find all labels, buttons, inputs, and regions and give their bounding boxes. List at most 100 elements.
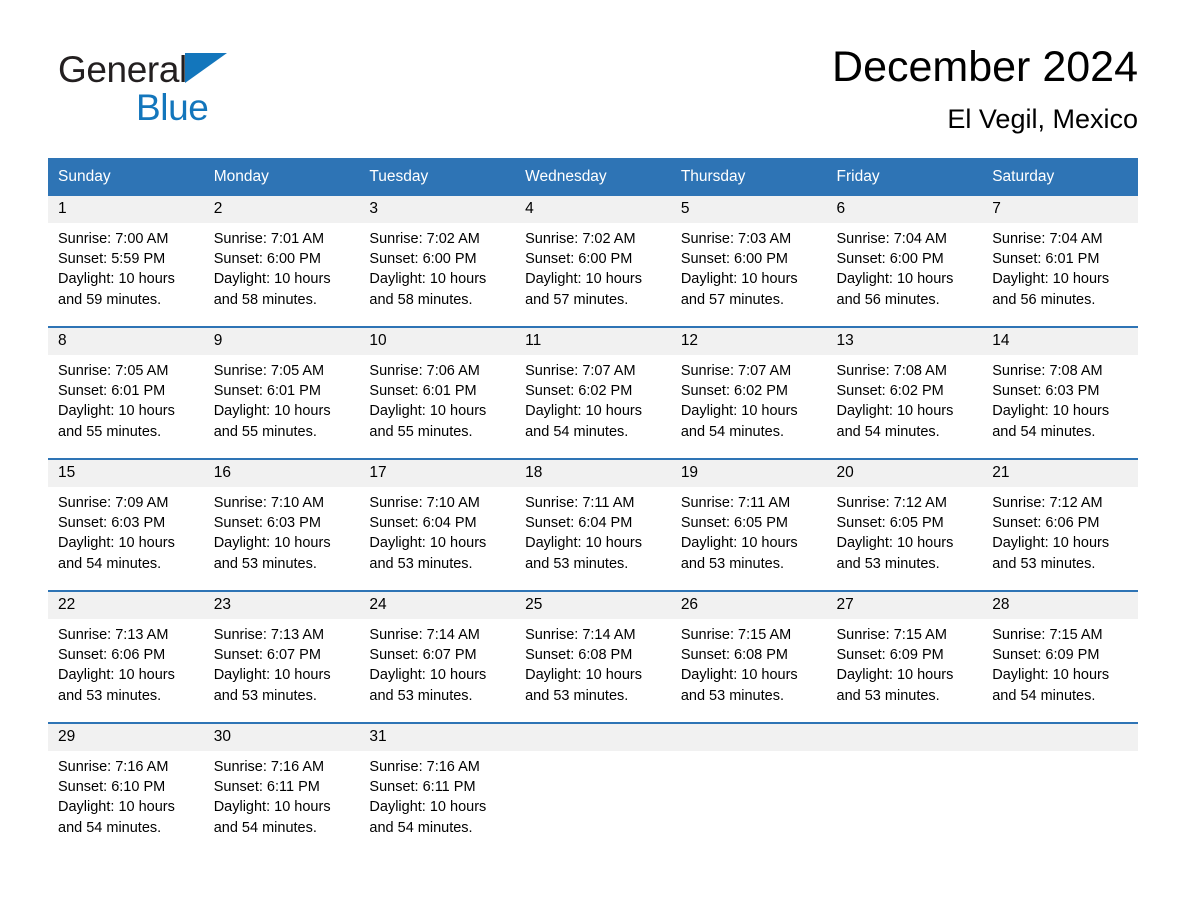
daylight-text-line2: and 53 minutes. [369,555,473,572]
calendar-body: 1 Sunrise: 7:00 AM Sunset: 5:59 PM Daylight… [48,196,1138,854]
daylight-text-line2: and 54 minutes. [836,423,940,440]
daylight-text-line2: and 53 minutes. [836,687,940,704]
daylight-text-line1: Daylight: 10 hours [58,271,175,288]
day-number: 2 [203,196,360,223]
calendar-week-row: 8 Sunrise: 7:05 AM Sunset: 6:01 PM Daylight… [48,326,1138,459]
weekday-header-wednesday: Wednesday [515,158,671,196]
sunset-text: Sunset: 6:09 PM [992,647,1100,664]
calendar-day-cell[interactable]: 14 Sunrise: 7:08 AM Sunset: 6:03 PM Dayligh… [982,326,1138,459]
sunrise-text: Sunrise: 7:04 AM [836,231,947,247]
sunset-text: Sunset: 6:08 PM [525,647,633,664]
day-number: 6 [826,196,983,223]
page-title: December 2024 [832,43,1138,91]
sunset-text: Sunset: 6:04 PM [369,515,477,532]
calendar-day-cell[interactable]: 31 Sunrise: 7:16 AM Sunset: 6:11 PM Dayligh… [359,722,516,854]
day-number: 8 [48,328,204,355]
calendar-day-cell[interactable]: 27 Sunrise: 7:15 AM Sunset: 6:09 PM Dayligh… [826,590,983,723]
calendar-day-cell[interactable]: 18 Sunrise: 7:11 AM Sunset: 6:04 PM Dayligh… [515,458,671,591]
daylight-text-line2: and 53 minutes. [213,555,317,572]
sunset-text: Sunset: 6:01 PM [992,251,1100,268]
daylight-text-line1: Daylight: 10 hours [213,667,331,684]
sunset-text: Sunset: 6:01 PM [58,383,166,400]
calendar-day-cell[interactable]: 23 Sunrise: 7:13 AM Sunset: 6:07 PM Dayligh… [203,590,360,723]
calendar-day-cell[interactable]: 16 Sunrise: 7:10 AM Sunset: 6:03 PM Dayligh… [203,458,360,591]
day-number: 13 [826,328,983,355]
brand-logo-top-row: General [58,50,318,96]
calendar-day-cell[interactable]: 10 Sunrise: 7:06 AM Sunset: 6:01 PM Dayligh… [359,326,516,459]
calendar-day-cell[interactable]: 1 Sunrise: 7:00 AM Sunset: 5:59 PM Daylight… [48,196,204,327]
daylight-text-line2: and 54 minutes. [58,819,162,836]
calendar-day-cell-empty [670,722,827,854]
daylight-text-line1: Daylight: 10 hours [369,535,487,552]
calendar-week-row: 15 Sunrise: 7:09 AM Sunset: 6:03 PM Dayligh… [48,458,1138,591]
daylight-text-line1: Daylight: 10 hours [58,799,175,816]
day-number: 11 [515,328,671,355]
daylight-text-line1: Daylight: 10 hours [836,403,954,420]
calendar-day-cell[interactable]: 28 Sunrise: 7:15 AM Sunset: 6:09 PM Dayligh… [982,590,1138,723]
calendar-day-cell[interactable]: 11 Sunrise: 7:07 AM Sunset: 6:02 PM Dayligh… [515,326,671,459]
calendar-day-cell[interactable]: 3 Sunrise: 7:02 AM Sunset: 6:00 PM Daylight… [359,196,516,327]
calendar-day-cell[interactable]: 25 Sunrise: 7:14 AM Sunset: 6:08 PM Dayligh… [515,590,671,723]
calendar-day-cell[interactable]: 2 Sunrise: 7:01 AM Sunset: 6:00 PM Daylight… [203,196,360,327]
calendar-day-cell-empty [515,722,671,854]
sunrise-text: Sunrise: 7:16 AM [369,759,480,775]
sunset-text: Sunset: 6:00 PM [680,251,789,268]
calendar-day-cell[interactable]: 12 Sunrise: 7:07 AM Sunset: 6:02 PM Dayligh… [670,326,827,459]
brand-name-general: General [58,49,187,90]
calendar-day-cell-empty [826,722,983,854]
calendar-day-cell[interactable]: 6 Sunrise: 7:04 AM Sunset: 6:00 PM Daylight… [826,196,983,327]
daylight-text-line2: and 55 minutes. [58,423,162,440]
calendar-day-cell[interactable]: 26 Sunrise: 7:15 AM Sunset: 6:08 PM Dayligh… [670,590,827,723]
calendar-day-cell[interactable]: 8 Sunrise: 7:05 AM Sunset: 6:01 PM Daylight… [48,326,204,459]
sunrise-text: Sunrise: 7:08 AM [836,363,947,379]
daylight-text-line2: and 57 minutes. [525,291,629,308]
sunrise-text: Sunrise: 7:10 AM [369,495,480,511]
calendar-day-cell[interactable]: 17 Sunrise: 7:10 AM Sunset: 6:04 PM Dayligh… [359,458,516,591]
calendar-day-cell[interactable]: 20 Sunrise: 7:12 AM Sunset: 6:05 PM Dayligh… [826,458,983,591]
sunset-text: Sunset: 6:01 PM [213,383,321,400]
day-number: 4 [515,196,671,223]
daylight-text-line2: and 53 minutes. [369,687,473,704]
sunrise-text: Sunrise: 7:04 AM [992,231,1103,247]
brand-logo[interactable]: General Blue [58,50,318,142]
calendar-day-cell[interactable]: 5 Sunrise: 7:03 AM Sunset: 6:00 PM Daylight… [670,196,827,327]
daylight-text-line2: and 54 minutes. [213,819,317,836]
daylight-text-line2: and 58 minutes. [369,291,473,308]
day-number: 29 [48,724,204,751]
calendar-day-cell[interactable]: 29 Sunrise: 7:16 AM Sunset: 6:10 PM Dayligh… [48,722,204,854]
sunset-text: Sunset: 6:02 PM [525,383,633,400]
sunset-text: Sunset: 6:02 PM [680,383,789,400]
daylight-text-line1: Daylight: 10 hours [525,667,642,684]
day-number: 15 [48,460,204,487]
weekday-header-sunday: Sunday [48,158,204,196]
weekday-header-tuesday: Tuesday [359,158,516,196]
sunset-text: Sunset: 6:02 PM [836,383,944,400]
weekday-header-monday: Monday [203,158,360,196]
calendar-day-cell[interactable]: 15 Sunrise: 7:09 AM Sunset: 6:03 PM Dayligh… [48,458,204,591]
calendar-day-cell[interactable]: 13 Sunrise: 7:08 AM Sunset: 6:02 PM Dayligh… [826,326,983,459]
sunset-text: Sunset: 6:04 PM [525,515,633,532]
sunrise-text: Sunrise: 7:13 AM [58,627,169,643]
sunrise-sunset-calendar-table: Sunday Monday Tuesday Wednesday Thursday… [48,158,1138,854]
daylight-text-line1: Daylight: 10 hours [58,403,175,420]
calendar-week-row: 29 Sunrise: 7:16 AM Sunset: 6:10 PM Dayligh… [48,722,1138,854]
sunset-text: Sunset: 6:03 PM [58,515,166,532]
calendar-day-cell[interactable]: 9 Sunrise: 7:05 AM Sunset: 6:01 PM Daylight… [203,326,360,459]
calendar-day-cell[interactable]: 4 Sunrise: 7:02 AM Sunset: 6:00 PM Daylight… [515,196,671,327]
calendar-header-row: Sunday Monday Tuesday Wednesday Thursday… [48,158,1138,196]
daylight-text-line2: and 55 minutes. [213,423,317,440]
daylight-text-line1: Daylight: 10 hours [213,535,331,552]
calendar-day-cell[interactable]: 22 Sunrise: 7:13 AM Sunset: 6:06 PM Dayligh… [48,590,204,723]
daylight-text-line1: Daylight: 10 hours [680,403,798,420]
day-number: 19 [670,460,827,487]
sunrise-text: Sunrise: 7:16 AM [213,759,325,775]
daylight-text-line1: Daylight: 10 hours [213,271,331,288]
calendar-day-cell[interactable]: 7 Sunrise: 7:04 AM Sunset: 6:01 PM Daylight… [982,196,1138,327]
calendar-day-cell[interactable]: 19 Sunrise: 7:11 AM Sunset: 6:05 PM Dayligh… [670,458,827,591]
day-number [515,724,671,751]
calendar-day-cell[interactable]: 21 Sunrise: 7:12 AM Sunset: 6:06 PM Dayligh… [982,458,1138,591]
sunrise-text: Sunrise: 7:08 AM [992,363,1103,379]
sunset-text: Sunset: 6:03 PM [213,515,321,532]
calendar-day-cell[interactable]: 30 Sunrise: 7:16 AM Sunset: 6:11 PM Dayligh… [203,722,360,854]
calendar-day-cell[interactable]: 24 Sunrise: 7:14 AM Sunset: 6:07 PM Dayligh… [359,590,516,723]
